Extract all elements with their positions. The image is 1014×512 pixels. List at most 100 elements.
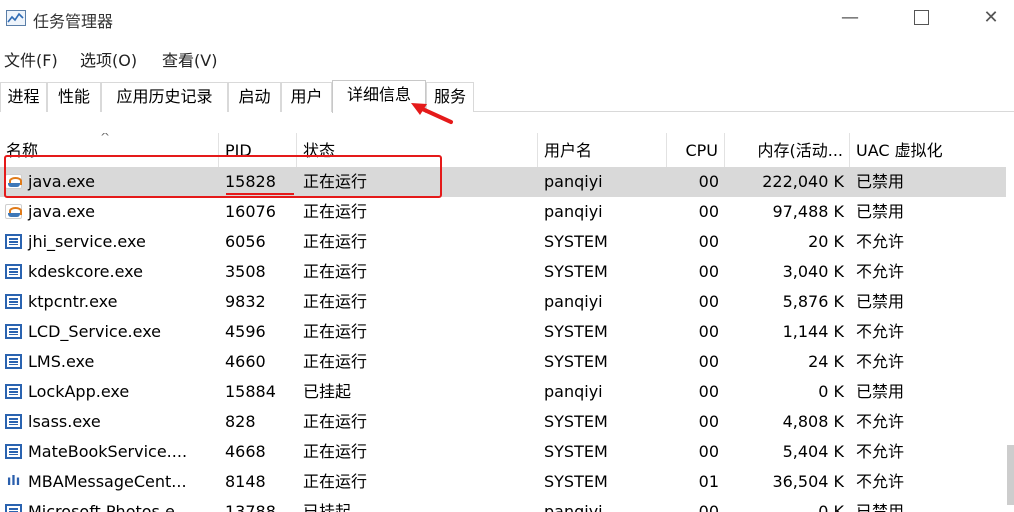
cell-pid: 4668 — [225, 442, 266, 461]
cell-pid: 828 — [225, 412, 256, 431]
menu-options[interactable]: 选项(O) — [80, 47, 137, 71]
cell-user: panqiyi — [544, 202, 603, 221]
cell-uac: 不允许 — [856, 232, 905, 251]
tab-app-history[interactable]: 应用历史记录 — [101, 82, 228, 112]
table-row[interactable]: LCD_Service.exe 4596 正在运行 SYSTEM 00 1,144 K 不允… — [0, 317, 1006, 347]
cell-memory: 24 K — [808, 352, 844, 371]
task-manager-icon — [6, 10, 26, 26]
cell-status: 正在运行 — [303, 442, 368, 461]
minimize-button[interactable]: — — [827, 4, 873, 32]
cell-status: 已挂起 — [303, 502, 352, 512]
cell-user: SYSTEM — [544, 412, 608, 431]
maximize-icon — [913, 9, 929, 25]
table-row[interactable]: java.exe 16076 正在运行 panqiyi 00 97,488 K 已禁用 — [0, 197, 1006, 227]
maximize-button[interactable] — [898, 4, 944, 32]
sort-ascending-icon: ^ — [100, 133, 111, 144]
menu-bar: 文件(F) 选项(O) 查看(V) — [0, 44, 1014, 70]
cell-uac: 不允许 — [856, 472, 905, 491]
tab-bar: 进程 性能 应用历史记录 启动 用户 详细信息 服务 — [0, 80, 1014, 113]
tab-performance[interactable]: 性能 — [47, 82, 101, 112]
cell-status: 正在运行 — [303, 352, 368, 371]
cell-memory: 222,040 K — [762, 172, 844, 191]
cell-name: LCD_Service.exe — [28, 322, 162, 341]
cell-cpu: 00 — [698, 382, 719, 401]
tab-users[interactable]: 用户 — [281, 82, 332, 112]
tab-processes[interactable]: 进程 — [0, 82, 47, 112]
cell-user: SYSTEM — [544, 472, 608, 491]
cell-memory: 3,040 K — [782, 262, 844, 281]
cell-cpu: 00 — [698, 172, 719, 191]
window-title: 任务管理器 — [33, 12, 114, 31]
red-arrow-annotation — [411, 103, 453, 124]
cell-status: 正在运行 — [303, 472, 368, 491]
cell-name: MBAMessageCent... — [28, 472, 187, 491]
column-header-uac[interactable]: UAC 虚拟化 — [850, 133, 1006, 169]
cell-memory: 5,404 K — [782, 442, 844, 461]
cell-uac: 不允许 — [856, 262, 905, 281]
column-header-memory[interactable]: 内存(活动... — [725, 133, 850, 169]
cell-status: 正在运行 — [303, 412, 368, 431]
cell-cpu: 00 — [698, 262, 719, 281]
table-row[interactable]: LMS.exe 4660 正在运行 SYSTEM 00 24 K 不允许 — [0, 347, 1006, 377]
table-row[interactable]: MateBookService.... 4668 正在运行 SYSTEM 00 5,404… — [0, 437, 1006, 467]
close-button[interactable]: ✕ — [968, 4, 1014, 32]
cell-pid: 6056 — [225, 232, 266, 251]
menu-file[interactable]: 文件(F) — [4, 47, 58, 71]
column-header-cpu[interactable]: CPU — [667, 133, 725, 169]
cell-name: lsass.exe — [28, 412, 101, 431]
cell-name: kdeskcore.exe — [28, 262, 143, 281]
cell-name: java.exe — [28, 202, 95, 221]
cell-name: Microsoft.Photos.e... — [28, 502, 191, 512]
column-header-username[interactable]: 用户名 — [538, 133, 667, 169]
cell-pid: 16076 — [225, 202, 276, 221]
cell-user: SYSTEM — [544, 352, 608, 371]
cell-uac: 已禁用 — [856, 502, 905, 512]
cell-status: 正在运行 — [303, 292, 368, 311]
table-row[interactable]: jhi_service.exe 6056 正在运行 SYSTEM 00 20 K 不允许 — [0, 227, 1006, 257]
cell-name: jhi_service.exe — [28, 232, 146, 251]
cell-status: 正在运行 — [303, 202, 368, 221]
cell-memory: 5,876 K — [782, 292, 844, 311]
cell-pid: 4596 — [225, 322, 266, 341]
cell-uac: 不允许 — [856, 352, 905, 371]
cell-user: SYSTEM — [544, 232, 608, 251]
cell-uac: 已禁用 — [856, 292, 905, 311]
cell-name: ktpcntr.exe — [28, 292, 118, 311]
cell-memory: 1,144 K — [782, 322, 844, 341]
cell-pid: 13788 — [225, 502, 276, 512]
cell-status: 正在运行 — [303, 262, 368, 281]
cell-user: panqiyi — [544, 292, 603, 311]
table-row[interactable]: lsass.exe 828 正在运行 SYSTEM 00 4,808 K 不允许 — [0, 407, 1006, 437]
cell-uac: 已禁用 — [856, 382, 905, 401]
table-row[interactable]: kdeskcore.exe 3508 正在运行 SYSTEM 00 3,040 K 不允许 — [0, 257, 1006, 287]
cell-cpu: 00 — [698, 232, 719, 251]
cell-pid: 3508 — [225, 262, 266, 281]
cell-user: panqiyi — [544, 502, 603, 512]
table-row[interactable]: ktpcntr.exe 9832 正在运行 panqiyi 00 5,876 K 已禁用 — [0, 287, 1006, 317]
menu-view[interactable]: 查看(V) — [162, 47, 217, 71]
cell-cpu: 01 — [698, 472, 719, 491]
table-row[interactable]: LockApp.exe 15884 已挂起 panqiyi 00 0 K 已禁用 — [0, 377, 1006, 407]
cell-uac: 已禁用 — [856, 172, 905, 191]
cell-memory: 0 K — [818, 502, 844, 512]
cell-pid: 8148 — [225, 472, 266, 491]
cell-user: SYSTEM — [544, 442, 608, 461]
cell-memory: 20 K — [808, 232, 844, 251]
cell-cpu: 00 — [698, 202, 719, 221]
cell-memory: 97,488 K — [772, 202, 844, 221]
cell-pid: 15884 — [225, 382, 276, 401]
red-underline-annotation — [226, 193, 294, 195]
vertical-scrollbar[interactable] — [1007, 445, 1014, 505]
table-row[interactable]: Microsoft.Photos.e... 13788 已挂起 panqiyi 00 0 … — [0, 497, 1006, 512]
cell-name: LockApp.exe — [28, 382, 130, 401]
cell-uac: 不允许 — [856, 442, 905, 461]
cell-pid: 4660 — [225, 352, 266, 371]
cell-cpu: 00 — [698, 352, 719, 371]
table-row[interactable]: ılı MBAMessageCent... 8148 正在运行 SYSTEM 01 36,5… — [0, 467, 1006, 497]
cell-uac: 已禁用 — [856, 202, 905, 221]
cell-uac: 不允许 — [856, 322, 905, 341]
cell-cpu: 00 — [698, 412, 719, 431]
cell-name: MateBookService.... — [28, 442, 188, 461]
cell-user: panqiyi — [544, 382, 603, 401]
tab-startup[interactable]: 启动 — [228, 82, 281, 112]
